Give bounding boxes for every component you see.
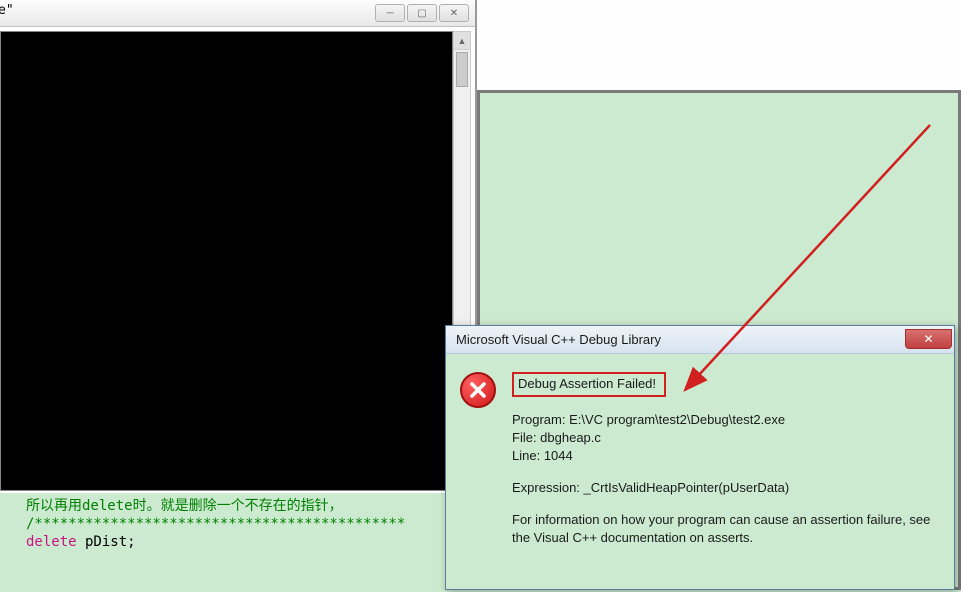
console-body: ▲ (0, 27, 475, 495)
maximize-icon: ▢ (417, 8, 426, 19)
dialog-info-text: For information on how your program can … (512, 511, 940, 547)
program-line: Program: E:\VC program\test2\Debug\test2… (512, 411, 940, 429)
code-editor[interactable]: 所以再用delete时。就是删除一个不存在的指针， /*************… (0, 493, 477, 592)
close-icon: ✕ (923, 332, 933, 346)
assertion-dialog: Microsoft Visual C++ Debug Library ✕ Deb… (445, 325, 955, 590)
console-window: e" ─ ▢ ✕ ▲ (0, 0, 477, 495)
file-value: dbgheap.c (540, 430, 601, 445)
code-line-2: /***************************************… (26, 515, 477, 533)
dialog-body: Debug Assertion Failed! Program: E:\VC p… (446, 354, 954, 589)
expression-value: _CrtIsValidHeapPointer(pUserData) (584, 480, 790, 495)
scroll-up-arrow[interactable]: ▲ (454, 32, 470, 50)
dialog-program-info: Program: E:\VC program\test2\Debug\test2… (512, 411, 940, 465)
dialog-heading-wrapper: Debug Assertion Failed! (512, 372, 666, 397)
line-value: 1044 (544, 448, 573, 463)
dialog-heading: Debug Assertion Failed! (512, 372, 666, 397)
program-value: E:\VC program\test2\Debug\test2.exe (569, 412, 785, 427)
console-titlebar: ─ ▢ ✕ (0, 0, 475, 27)
dialog-titlebar[interactable]: Microsoft Visual C++ Debug Library ✕ (446, 326, 954, 354)
code-comment-stars: /***************************************… (26, 516, 405, 532)
error-icon-circle (460, 372, 496, 408)
code-identifier: pDist; (77, 534, 136, 550)
error-icon (460, 372, 496, 575)
dialog-content: Debug Assertion Failed! Program: E:\VC p… (512, 372, 940, 575)
program-label: Program: (512, 412, 569, 427)
right-panel-top (477, 0, 961, 93)
console-tab-label: e" (0, 3, 14, 18)
close-button[interactable]: ✕ (439, 4, 469, 22)
minimize-button[interactable]: ─ (375, 4, 405, 22)
error-x-icon (467, 379, 489, 401)
line-label: Line: (512, 448, 544, 463)
expression-label: Expression: (512, 480, 584, 495)
file-line: File: dbgheap.c (512, 429, 940, 447)
code-line-3: delete pDist; (26, 533, 477, 551)
file-label: File: (512, 430, 540, 445)
code-keyword-delete: delete (26, 534, 77, 550)
dialog-expression-info: Expression: _CrtIsValidHeapPointer(pUser… (512, 479, 940, 497)
dialog-close-button[interactable]: ✕ (905, 329, 952, 349)
minimize-icon: ─ (386, 8, 393, 19)
code-line-1: 所以再用delete时。就是删除一个不存在的指针， (26, 497, 477, 515)
console-output[interactable] (0, 31, 453, 491)
scroll-thumb[interactable] (456, 52, 468, 87)
close-icon: ✕ (450, 8, 458, 19)
expression-line: Expression: _CrtIsValidHeapPointer(pUser… (512, 479, 940, 497)
line-number-line: Line: 1044 (512, 447, 940, 465)
maximize-button[interactable]: ▢ (407, 4, 437, 22)
code-comment-text: 所以再用delete时。就是删除一个不存在的指针， (26, 498, 343, 514)
dialog-title: Microsoft Visual C++ Debug Library (456, 332, 661, 347)
